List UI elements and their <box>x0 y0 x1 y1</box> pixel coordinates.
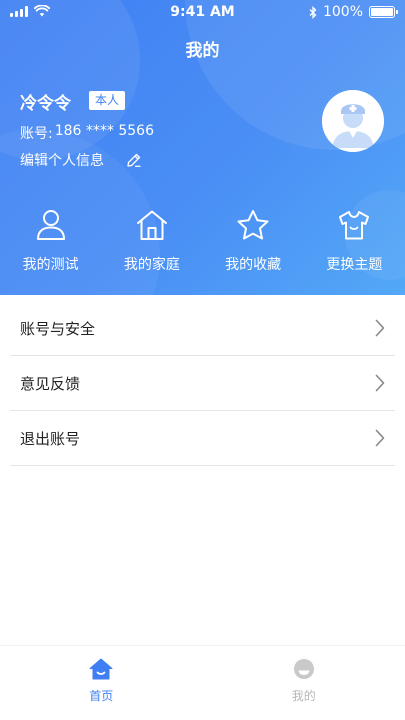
chevron-right-icon <box>375 429 385 447</box>
shortcut-label: 我的家庭 <box>123 257 180 273</box>
account-number: 账号: 186 **** 5566 <box>20 123 154 143</box>
shortcut-my-favorites[interactable]: 我的收藏 <box>203 208 304 274</box>
self-badge: 本人 <box>89 91 126 110</box>
edit-profile-label: 编辑个人信息 <box>20 153 104 169</box>
battery-icon <box>369 6 398 18</box>
settings-menu: 账号与安全 意见反馈 退出账号 <box>0 301 405 466</box>
tab-home[interactable]: 首页 <box>0 646 203 720</box>
shortcut-my-tests[interactable]: 我的测试 <box>0 208 101 274</box>
shortcut-label: 我的收藏 <box>225 257 282 273</box>
battery-percent: 100% <box>322 4 363 20</box>
avatar[interactable] <box>322 90 384 152</box>
profile-circle-icon <box>293 659 314 679</box>
chevron-right-icon <box>375 319 385 337</box>
star-icon <box>237 210 269 240</box>
profile-header: 9:41 AM 100% 我的 冷令令 本人 账号: 186 **** 5566… <box>0 0 405 295</box>
menu-item-label: 退出账号 <box>20 429 81 448</box>
shortcut-label: 我的测试 <box>22 257 79 273</box>
shortcut-label: 更换主题 <box>326 257 383 273</box>
pencil-icon <box>127 153 141 167</box>
account-value: 186 **** 5566 <box>54 123 154 139</box>
bluetooth-icon <box>309 5 317 19</box>
shortcut-change-theme[interactable]: 更换主题 <box>304 208 405 274</box>
status-bar: 9:41 AM 100% <box>0 0 405 24</box>
menu-item-logout[interactable]: 退出账号 <box>10 411 395 466</box>
user-name: 冷令令 <box>20 94 71 114</box>
edit-profile-link[interactable]: 编辑个人信息 <box>20 150 142 170</box>
bottom-tab-bar: 首页 我的 <box>0 645 405 720</box>
shortcut-my-family[interactable]: 我的家庭 <box>101 208 202 274</box>
menu-item-label: 意见反馈 <box>20 374 81 393</box>
account-label: 账号: <box>20 126 53 142</box>
home-filled-icon <box>89 658 113 680</box>
tab-mine[interactable]: 我的 <box>203 646 405 720</box>
menu-item-feedback[interactable]: 意见反馈 <box>10 356 395 411</box>
menu-item-account-security[interactable]: 账号与安全 <box>10 301 395 356</box>
page-title: 我的 <box>185 41 220 61</box>
home-icon <box>136 210 167 240</box>
nurse-avatar-icon <box>322 90 384 152</box>
chevron-right-icon <box>375 374 385 392</box>
tab-label: 我的 <box>291 689 316 703</box>
user-icon <box>36 210 65 240</box>
menu-item-label: 账号与安全 <box>20 319 96 338</box>
tab-label: 首页 <box>89 689 114 703</box>
shortcut-bar: 我的测试 我的家庭 我的收藏 更换主题 <box>0 208 405 274</box>
shirt-icon <box>339 211 370 240</box>
